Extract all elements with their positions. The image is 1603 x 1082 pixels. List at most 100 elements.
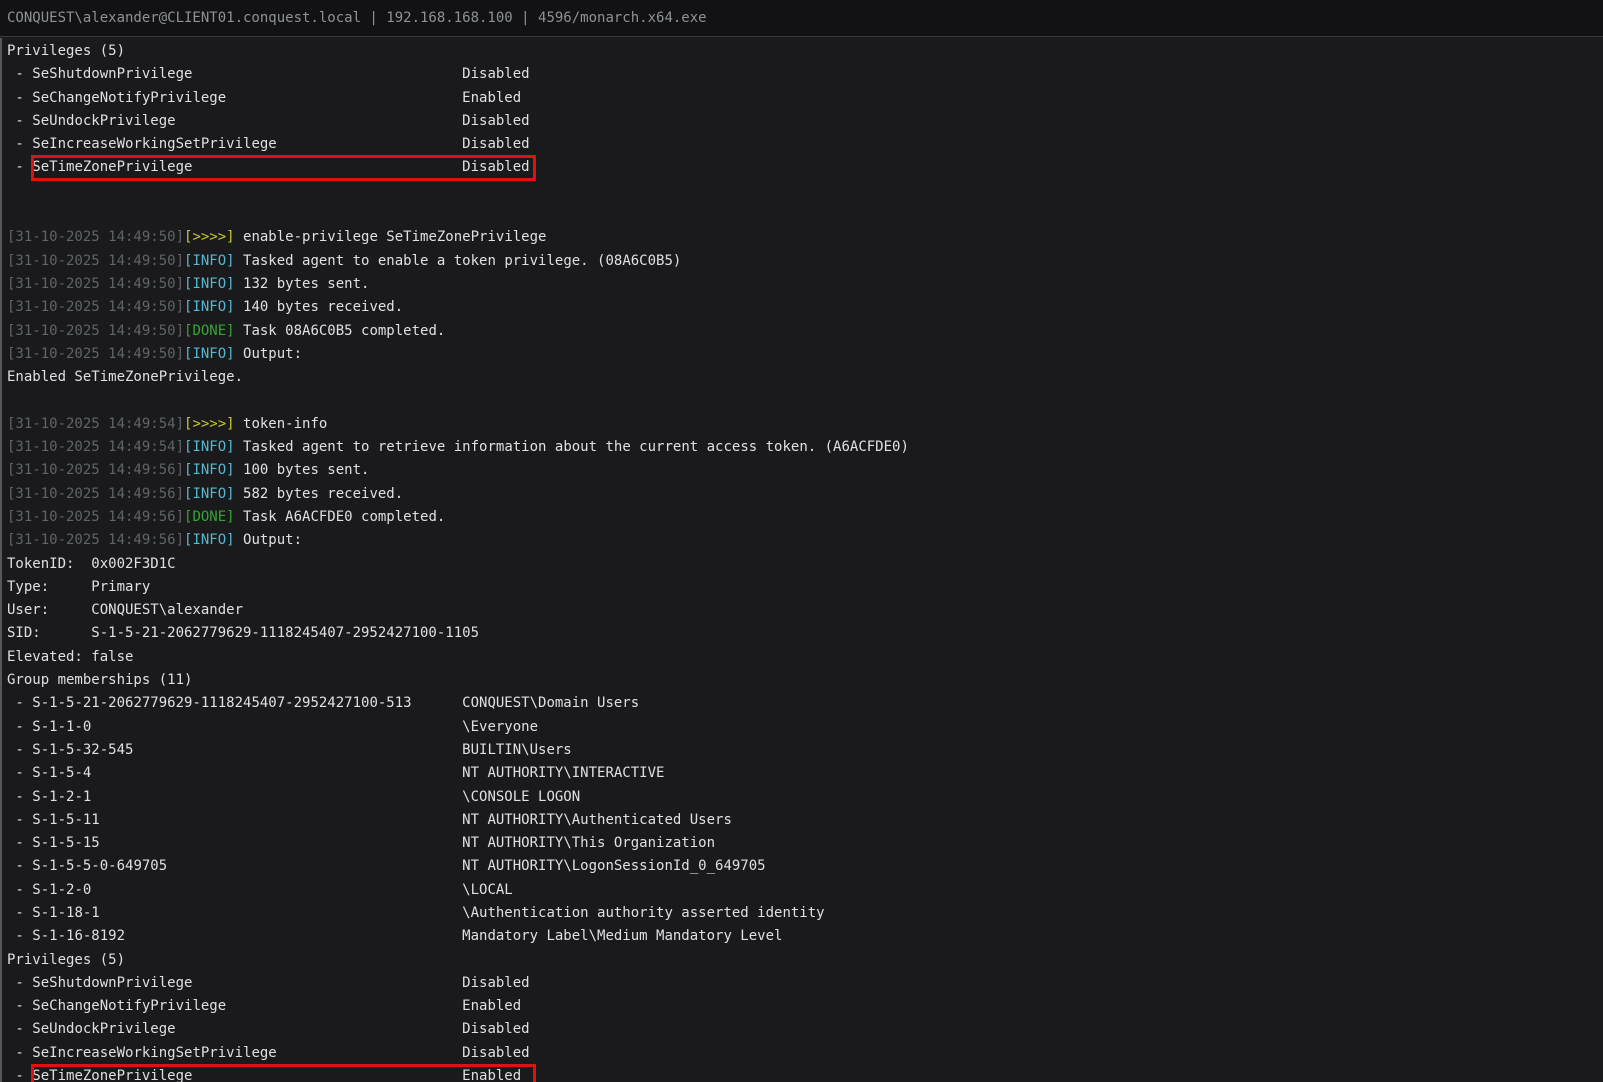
console-line-section: Privileges (5) [7,40,1603,63]
console-line-log: [31-10-2025 14:49:50][DONE] Task 08A6C0B… [7,320,1603,343]
list-dash: - [7,975,32,991]
list-dash: - [7,835,32,851]
log-message: Output: [235,346,302,362]
log-timestamp: [31-10-2025 14:49:54] [7,439,184,455]
group-sid: S-1-5-21-2062779629-1118245407-295242710… [32,692,462,715]
group-name: \CONSOLE LOGON [462,789,580,805]
privilege-status: Disabled [462,113,529,129]
privilege-name: SeUndockPrivilege [32,110,462,133]
privilege-name: SeShutdownPrivilege [32,972,462,995]
list-dash: - [7,1068,32,1082]
console-line-field: Type:Primary [7,576,1603,599]
log-timestamp: [31-10-2025 14:49:50] [7,299,184,315]
log-tag: [>>>>] [184,229,235,245]
field-value: Primary [91,579,150,595]
console-line-priv: - SeTimeZonePrivilegeDisabled [7,156,1603,179]
privilege-status: Disabled [462,66,529,82]
console-line-log: [31-10-2025 14:49:56][INFO] 100 bytes se… [7,459,1603,482]
console-line-group: - S-1-18-1\Authentication authority asse… [7,902,1603,925]
log-timestamp: [31-10-2025 14:49:54] [7,416,184,432]
console-line-plain: Enabled SeTimeZonePrivilege. [7,366,1603,389]
console-line-field: Elevated:false [7,646,1603,669]
console-line-log: [31-10-2025 14:49:56][INFO] 582 bytes re… [7,483,1603,506]
console-line-priv: - SeUndockPrivilegeDisabled [7,1018,1603,1041]
group-name: \Everyone [462,719,538,735]
blank-line [7,183,15,199]
blank-line [7,206,15,222]
list-dash: - [7,719,32,735]
group-name: CONQUEST\Domain Users [462,695,639,711]
group-sid: S-1-1-0 [32,716,462,739]
list-dash: - [7,1021,32,1037]
log-message: Task 08A6C0B5 completed. [235,323,446,339]
console-output[interactable]: Privileges (5) - SeShutdownPrivilegeDisa… [0,38,1603,1082]
list-dash: - [7,90,32,106]
field-value: false [91,649,133,665]
log-message: Tasked agent to retrieve information abo… [235,439,909,455]
console-line-priv: - SeChangeNotifyPrivilegeEnabled [7,995,1603,1018]
log-message: 140 bytes received. [235,299,404,315]
list-dash: - [7,159,32,175]
privilege-name: SeChangeNotifyPrivilege [32,87,462,110]
blank-line [7,392,15,408]
log-timestamp: [31-10-2025 14:49:56] [7,509,184,525]
console-line-log: [31-10-2025 14:49:56][INFO] Output: [7,529,1603,552]
section-title: Group memberships (11) [7,672,192,688]
log-tag: [INFO] [184,486,235,502]
group-name: NT AUTHORITY\Authenticated Users [462,812,732,828]
privilege-name: SeIncreaseWorkingSetPrivilege [32,133,462,156]
privilege-status: Disabled [462,136,529,152]
group-name: NT AUTHORITY\INTERACTIVE [462,765,664,781]
field-label: TokenID: [7,553,91,576]
console-line-section: Privileges (5) [7,949,1603,972]
list-dash: - [7,905,32,921]
console-line-log: [31-10-2025 14:49:50][INFO] Tasked agent… [7,250,1603,273]
log-timestamp: [31-10-2025 14:49:56] [7,486,184,502]
list-dash: - [7,998,32,1014]
group-sid: S-1-2-1 [32,786,462,809]
log-tag: [DONE] [184,323,235,339]
console-line-group: - S-1-5-32-545BUILTIN\Users [7,739,1603,762]
group-name: BUILTIN\Users [462,742,572,758]
console-line-blank [7,180,1603,203]
log-timestamp: [31-10-2025 14:49:56] [7,532,184,548]
group-sid: S-1-5-11 [32,809,462,832]
privilege-status: Enabled [462,998,521,1014]
log-timestamp: [31-10-2025 14:49:50] [7,346,184,362]
log-tag: [INFO] [184,253,235,269]
list-dash: - [7,1045,32,1061]
field-value: S-1-5-21-2062779629-1118245407-295242710… [91,625,479,641]
log-message: Task A6ACFDE0 completed. [235,509,446,525]
group-sid: S-1-18-1 [32,902,462,925]
log-message: token-info [235,416,328,432]
privilege-name: SeUndockPrivilege [32,1018,462,1041]
log-tag: [INFO] [184,299,235,315]
list-dash: - [7,858,32,874]
console-line-log: [31-10-2025 14:49:50][INFO] Output: [7,343,1603,366]
log-timestamp: [31-10-2025 14:49:50] [7,276,184,292]
privilege-name: SeChangeNotifyPrivilege [32,995,462,1018]
group-sid: S-1-16-8192 [32,925,462,948]
console-line-priv: - SeShutdownPrivilegeDisabled [7,972,1603,995]
privilege-status: Disabled [462,975,529,991]
list-dash: - [7,882,32,898]
privilege-status: Disabled [462,1021,529,1037]
log-timestamp: [31-10-2025 14:49:50] [7,229,184,245]
group-name: \Authentication authority asserted ident… [462,905,824,921]
console-line-group: - S-1-2-1\CONSOLE LOGON [7,786,1603,809]
section-title: Privileges (5) [7,43,125,59]
console-line-group: - S-1-1-0\Everyone [7,716,1603,739]
console-line-priv: - SeIncreaseWorkingSetPrivilegeDisabled [7,1042,1603,1065]
log-message: enable-privilege SeTimeZonePrivilege [235,229,547,245]
log-tag: [>>>>] [184,416,235,432]
log-timestamp: [31-10-2025 14:49:50] [7,323,184,339]
privilege-status: Enabled [462,90,521,106]
section-title: Privileges (5) [7,952,125,968]
privilege-name: SeTimeZonePrivilege [32,1065,462,1082]
console-line-group: - S-1-5-15NT AUTHORITY\This Organization [7,832,1603,855]
log-message: 100 bytes sent. [235,462,370,478]
console-line-group: - S-1-5-5-0-649705NT AUTHORITY\LogonSess… [7,855,1603,878]
group-name: Mandatory Label\Medium Mandatory Level [462,928,782,944]
console-line-field: TokenID:0x002F3D1C [7,553,1603,576]
list-dash: - [7,136,32,152]
